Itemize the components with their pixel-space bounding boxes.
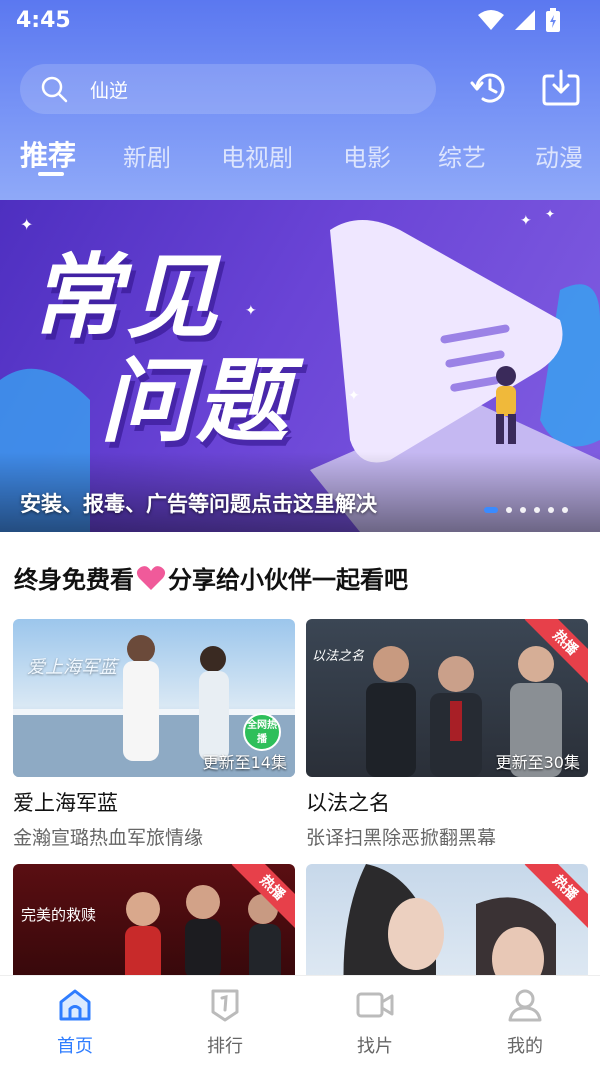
ranking-icon [211,989,239,1022]
banner-caption: 安装、报毒、广告等问题点击这里解决 [20,492,377,516]
poster-title-text: 以法之名 [312,649,365,664]
video-title: 以法之名 [306,791,390,815]
tab-anime[interactable]: 动漫 [535,138,583,173]
tab-recommend[interactable]: 推荐 [20,134,76,174]
tab-tv-series[interactable]: 电视剧 [221,138,293,173]
video-thumbnail: 爱上海军蓝 全网热播 更新至14集 [13,619,295,777]
video-thumbnail: 以法之名 热播 更新至30集 [306,619,588,777]
tab-variety[interactable]: 综艺 [438,138,486,173]
search-bar[interactable]: 仙逆 [20,64,436,114]
status-time: 4:45 [16,8,71,33]
video-card[interactable]: 爱上海军蓝 全网热播 更新至14集 爱上海军蓝 金瀚宣璐热血军旅情缘 [13,619,295,850]
carousel-dot [562,507,568,513]
trending-badge: 全网热播 [243,713,281,751]
carousel-dot [506,507,512,513]
video-subtitle: 张译扫黑除恶掀翻黑幕 [306,827,497,849]
search-input[interactable]: 仙逆 [90,76,128,103]
tab-movies[interactable]: 电影 [343,138,391,173]
svg-text:✦: ✦ [20,215,33,234]
search-icon [41,76,68,103]
nav-label: 首页 [57,1036,93,1057]
carousel-dot [484,507,498,513]
header: 4:45 仙逆 推荐 新剧 电视剧 电影 综艺 动漫 [0,0,600,200]
signal-icon [515,10,535,30]
poster-title-text: 完美的救赎 [21,906,97,924]
carousel-dot [534,507,540,513]
history-icon [470,73,505,103]
user-icon [508,989,542,1022]
banner-carousel[interactable]: ✦ ✦ ✦ ✦ ✦ 常见 问题 安装、报毒、广告等问题点击这里解决 [0,200,600,532]
video-title: 爱上海军蓝 [13,791,118,815]
episode-count: 更新至14集 [202,753,287,772]
svg-text:✦: ✦ [545,207,555,221]
category-tabs: 推荐 新剧 电视剧 电影 综艺 动漫 [0,132,600,182]
history-button[interactable] [469,68,509,108]
carousel-indicator [484,507,568,513]
nav-label: 找片 [357,1036,393,1057]
wifi-icon [478,10,504,30]
nav-label: 我的 [507,1036,543,1057]
download-button[interactable] [541,68,581,108]
episode-count: 更新至30集 [495,753,580,772]
tab-new-series[interactable]: 新剧 [123,138,171,173]
active-tab-indicator [38,172,64,176]
video-camera-icon [356,992,394,1018]
nav-label: 排行 [207,1036,243,1057]
download-icon [542,69,580,106]
svg-text:✦: ✦ [348,388,360,404]
share-text-after: 分享给小伙伴一起看吧 [168,566,408,594]
share-banner[interactable]: 终身免费看 分享给小伙伴一起看吧 [14,560,408,595]
battery-icon [546,8,560,32]
share-text-before: 终身免费看 [14,566,134,594]
nav-ranking[interactable]: 排行 [175,988,275,1058]
nav-home[interactable]: 首页 [25,988,125,1058]
svg-text:✦: ✦ [520,213,532,229]
nav-profile[interactable]: 我的 [475,988,575,1058]
banner-title: 常见 问题 [30,246,292,454]
poster-title-text: 爱上海军蓝 [27,657,117,678]
carousel-dot [548,507,554,513]
carousel-dot [520,507,526,513]
video-subtitle: 金瀚宣璐热血军旅情缘 [13,827,204,849]
video-card[interactable]: 以法之名 热播 更新至30集 以法之名 张译扫黑除恶掀翻黑幕 [306,619,588,850]
home-icon [59,989,91,1021]
status-icons [478,8,560,32]
banner-title-line2: 问题 [100,348,293,455]
banner-title-line1: 常见 [30,244,223,351]
nav-discover[interactable]: 找片 [325,988,425,1058]
status-bar: 4:45 [0,0,600,44]
heart-icon [136,565,166,590]
bottom-nav: 首页 排行 找片 我的 [0,975,600,1066]
